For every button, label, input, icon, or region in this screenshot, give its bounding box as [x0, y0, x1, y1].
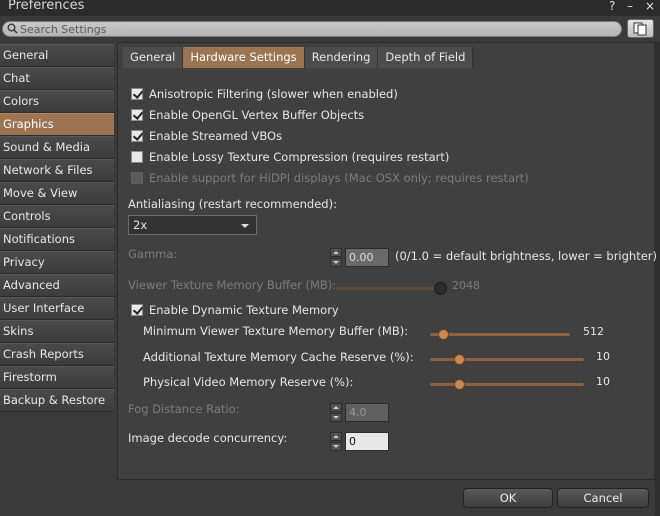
cache-reserve-label: Additional Texture Memory Cache Reserve …	[143, 350, 414, 364]
spin-up-icon[interactable]	[330, 432, 342, 441]
sidebar-item-network-files[interactable]: Network & Files	[0, 159, 114, 182]
min-vtm-label: Minimum Viewer Texture Memory Buffer (MB…	[143, 324, 409, 338]
sidebar-item-backup-restore[interactable]: Backup & Restore	[0, 389, 114, 412]
tab-rendering[interactable]: Rendering	[304, 47, 379, 68]
checkbox-checked[interactable]	[131, 304, 143, 316]
window-title: Preferences	[8, 0, 85, 13]
spin-down-icon[interactable]	[330, 442, 342, 451]
tab-hardware-settings[interactable]: Hardware Settings	[183, 47, 305, 68]
gamma-label: Gamma:	[128, 247, 178, 261]
decode-label: Image decode concurrency:	[128, 431, 288, 445]
fog-input: 4.0	[345, 403, 389, 422]
sidebar-item-move-view[interactable]: Move & View	[0, 182, 114, 205]
lossy-compression-checkbox[interactable]: Enable Lossy Texture Compression (requir…	[131, 150, 449, 164]
sidebar-item-graphics[interactable]: Graphics	[0, 113, 114, 136]
spin-down-icon[interactable]	[330, 258, 342, 267]
sidebar-item-privacy[interactable]: Privacy	[0, 251, 114, 274]
search-row	[0, 16, 660, 42]
vbo-label: Enable OpenGL Vertex Buffer Objects	[149, 108, 365, 122]
sidebar-item-crash-reports[interactable]: Crash Reports	[0, 343, 114, 366]
vtm-label: Viewer Texture Memory Buffer (MB):	[128, 278, 337, 292]
cancel-button[interactable]: Cancel	[557, 488, 649, 508]
video-reserve-value: 10	[596, 375, 610, 388]
sidebar-item-sound-media[interactable]: Sound & Media	[0, 136, 114, 159]
spin-up-icon[interactable]	[330, 248, 342, 257]
gamma-hint: (0/1.0 = default brightness, lower = bri…	[395, 249, 658, 263]
sidebar-item-controls[interactable]: Controls	[0, 205, 114, 228]
sidebar-item-colors[interactable]: Colors	[0, 90, 114, 113]
ok-button[interactable]: OK	[463, 488, 553, 508]
vtm-slider-handle	[434, 282, 447, 295]
tab-general[interactable]: General	[123, 47, 184, 68]
min-vtm-slider-handle[interactable]	[438, 329, 449, 340]
vbo-checkbox[interactable]: Enable OpenGL Vertex Buffer Objects	[131, 108, 364, 122]
chevron-down-icon	[241, 224, 249, 228]
checkbox-checked[interactable]	[131, 88, 143, 100]
cache-reserve-value: 10	[596, 350, 610, 363]
vtm-slider-track	[336, 287, 444, 290]
copy-button[interactable]	[627, 19, 654, 38]
sidebar-item-skins[interactable]: Skins	[0, 320, 114, 343]
hidpi-checkbox: Enable support for HiDPI displays (Mac O…	[131, 171, 529, 185]
sidebar-item-advanced[interactable]: Advanced	[0, 274, 114, 297]
lossy-compression-label: Enable Lossy Texture Compression (requir…	[149, 150, 450, 164]
minimize-icon[interactable]: –	[627, 0, 633, 13]
fog-label: Fog Distance Ratio:	[128, 402, 240, 416]
checkbox-checked[interactable]	[131, 109, 143, 121]
spin-down-icon	[330, 413, 342, 422]
gamma-spinner[interactable]	[330, 248, 344, 268]
decode-input[interactable]: 0	[345, 432, 389, 451]
decode-spinner[interactable]	[330, 432, 344, 452]
sidebar-item-user-interface[interactable]: User Interface	[0, 297, 114, 320]
streamed-vbo-checkbox[interactable]: Enable Streamed VBOs	[131, 129, 282, 143]
spin-up-icon	[330, 403, 342, 412]
hidpi-label: Enable support for HiDPI displays (Mac O…	[149, 171, 529, 185]
sidebar-item-chat[interactable]: Chat	[0, 67, 114, 90]
scroll-edge	[655, 42, 660, 516]
dynamic-texture-checkbox[interactable]: Enable Dynamic Texture Memory	[131, 303, 339, 317]
antialiasing-label: Antialiasing (restart recommended):	[128, 197, 337, 211]
title-bar: Preferences ? – ×	[0, 0, 660, 16]
sidebar-item-notifications[interactable]: Notifications	[0, 228, 114, 251]
fog-spinner	[330, 403, 344, 423]
search-icon	[7, 23, 18, 34]
checkbox-unchecked[interactable]	[131, 151, 143, 163]
search-field[interactable]	[2, 21, 622, 37]
min-vtm-slider-track[interactable]	[430, 333, 570, 336]
sidebar-item-general[interactable]: General	[0, 44, 114, 67]
sidebar-item-firestorm[interactable]: Firestorm	[0, 366, 114, 389]
copy-icon	[633, 22, 647, 36]
help-icon[interactable]: ?	[609, 0, 615, 13]
tab-depth-of-field[interactable]: Depth of Field	[378, 47, 474, 68]
checkbox-checked[interactable]	[131, 130, 143, 142]
antialiasing-value: 2x	[133, 218, 148, 232]
gamma-input[interactable]: 0.00	[345, 248, 389, 267]
antialiasing-dropdown[interactable]: 2x	[128, 215, 257, 235]
dynamic-texture-label: Enable Dynamic Texture Memory	[149, 303, 339, 317]
video-reserve-slider-handle[interactable]	[454, 379, 465, 390]
close-icon[interactable]: ×	[645, 0, 655, 13]
anisotropic-checkbox[interactable]: Anisotropic Filtering (slower when enabl…	[131, 87, 398, 101]
streamed-vbo-label: Enable Streamed VBOs	[149, 129, 283, 143]
tab-bar: General Hardware Settings Rendering Dept…	[123, 47, 474, 68]
sidebar: General Chat Colors Graphics Sound & Med…	[0, 44, 114, 412]
search-input[interactable]	[20, 22, 615, 36]
video-reserve-label: Physical Video Memory Reserve (%):	[143, 375, 354, 389]
min-vtm-value: 512	[583, 325, 604, 338]
anisotropic-label: Anisotropic Filtering (slower when enabl…	[149, 87, 398, 101]
vtm-value: 2048	[452, 279, 480, 292]
cache-reserve-slider-handle[interactable]	[454, 354, 465, 365]
checkbox-disabled	[131, 172, 143, 184]
